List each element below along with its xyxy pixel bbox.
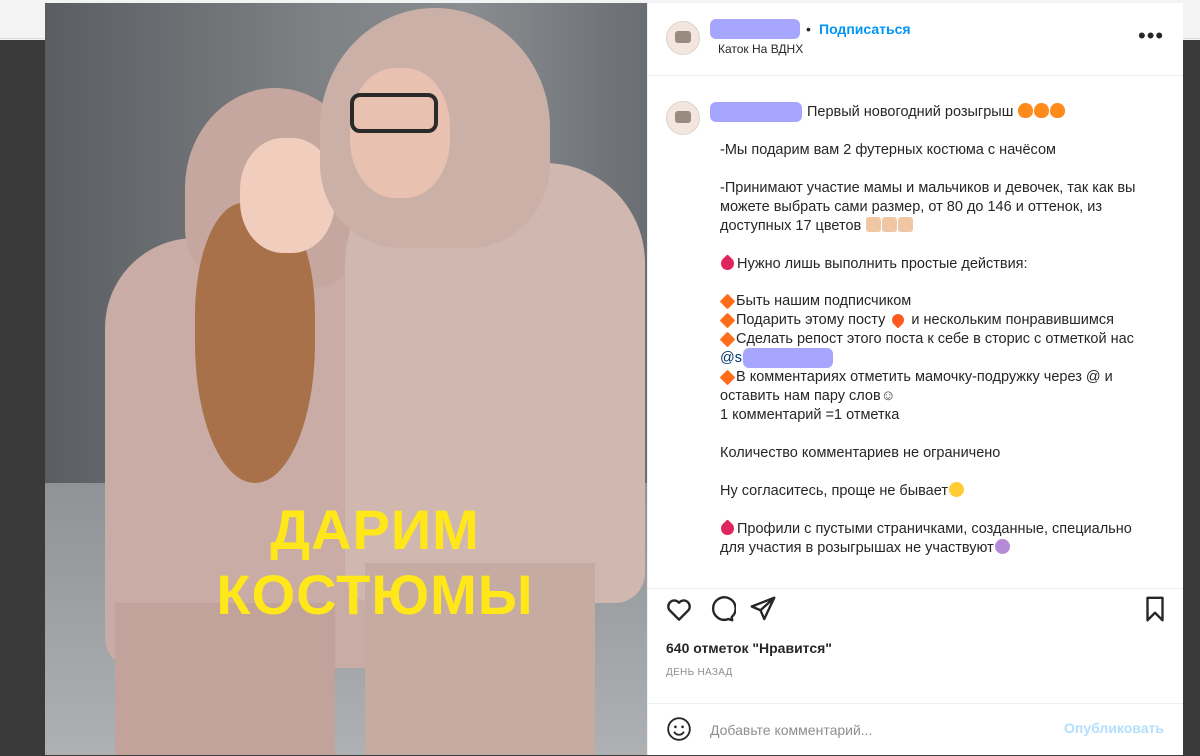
paper-plane-icon[interactable]	[748, 594, 778, 624]
boy-glasses	[350, 93, 438, 133]
orange-diamond-icon	[719, 312, 736, 329]
caption-line: -Мы подарим вам 2 футерных костюма с нач…	[720, 142, 1056, 158]
orange-heart-icon	[889, 311, 907, 329]
caption-text: В комментариях отметить мамочку-подружку…	[736, 369, 1113, 385]
emoji-icon[interactable]	[666, 716, 692, 742]
caption-line: 1 комментарий =1 отметка	[720, 407, 900, 423]
caption-text: и нескольким понравившимся	[911, 312, 1114, 328]
caption-line: Быть нашим подписчиком	[719, 292, 912, 311]
caption-line: Профили с пустыми страничками, созданные…	[718, 519, 1132, 539]
caption-text: для участия в розыгрышах не участвуют	[720, 540, 994, 556]
caption-text: Сделать репост этого поста к себе в стор…	[736, 331, 1134, 347]
caption-line: доступных 17 цветов	[720, 217, 914, 236]
caption-text: Нужно лишь выполнить простые действия:	[737, 256, 1028, 272]
winking-face-icon	[948, 482, 964, 497]
bookmark-icon[interactable]	[1140, 594, 1170, 624]
more-options-icon[interactable]: •••	[1138, 23, 1164, 49]
orange-diamond-icon	[719, 331, 736, 348]
caption-line: Сделать репост этого поста к себе в стор…	[719, 330, 1134, 349]
fire-icon	[1018, 103, 1034, 118]
caption-line: -Принимают участие мамы и мальчиков и де…	[720, 180, 1136, 196]
post-side-panel: • Подписаться Каток На ВДНХ ••• Первый н…	[647, 3, 1183, 755]
caption-line: для участия в розыгрышах не участвуют	[720, 539, 1010, 558]
post-header: • Подписаться Каток На ВДНХ •••	[648, 3, 1183, 76]
caption-author-avatar[interactable]	[666, 101, 700, 135]
comment-input[interactable]	[708, 718, 1042, 742]
author-avatar[interactable]	[666, 21, 700, 55]
boy-face	[350, 68, 450, 198]
location-link[interactable]: Каток На ВДНХ	[718, 42, 803, 56]
heart-icon[interactable]	[664, 594, 694, 624]
person-gesturing-icon	[994, 539, 1010, 554]
thumbs-up-icon	[898, 217, 914, 232]
publish-button[interactable]: Опубликовать	[1064, 720, 1164, 736]
caption-text: Ну согласитесь, проще не бывает	[720, 483, 948, 499]
likes-count[interactable]: 640 отметок "Нравится"	[666, 640, 832, 656]
thumbs-up-icon	[866, 217, 882, 232]
fire-icon	[1034, 103, 1050, 118]
pushpin-icon	[718, 519, 737, 538]
caption-line: Нужно лишь выполнить простые действия:	[718, 254, 1028, 274]
caption-line: можете выбрать сами размер, от 80 до 146…	[720, 199, 1102, 215]
caption-text: доступных 17 цветов	[720, 218, 862, 234]
redacted-username[interactable]	[710, 19, 800, 39]
caption-line: оставить нам пару слов☺	[720, 388, 896, 404]
post-timestamp: ДЕНЬ НАЗАД	[666, 667, 733, 678]
caption-line: Ну согласитесь, проще не бывает	[720, 482, 964, 501]
pushpin-icon	[718, 254, 737, 273]
caption-line: Подарить этому посту и нескольким понрав…	[719, 311, 1114, 330]
caption-title: Первый новогодний розыгрыш	[807, 104, 1014, 120]
redacted-mention	[743, 348, 833, 368]
caption-text: Профили с пустыми страничками, созданные…	[737, 521, 1132, 537]
post-actions-bar	[648, 588, 1183, 629]
caption-title-line: Первый новогодний розыгрыш	[807, 103, 1066, 122]
caption-line: В комментариях отметить мамочку-подружку…	[719, 368, 1113, 387]
follow-button[interactable]: Подписаться	[819, 21, 911, 37]
orange-diamond-icon	[719, 369, 736, 386]
post-caption: Первый новогодний розыгрыш -Мы подарим в…	[648, 75, 1183, 588]
photo-overlay-text: ДАРИМ КОСТЮМЫ	[216, 498, 534, 626]
thumbs-up-icon	[882, 217, 898, 232]
comment-bar: Опубликовать	[648, 703, 1183, 756]
caption-text: Подарить этому посту	[736, 312, 886, 328]
fire-icon	[1050, 103, 1066, 118]
separator-dot: •	[806, 21, 811, 37]
caption-text: Быть нашим подписчиком	[736, 293, 912, 309]
post-photo[interactable]: ДАРИМ КОСТЮМЫ	[45, 3, 647, 755]
post-modal: ДАРИМ КОСТЮМЫ • Подписаться Каток На ВДН…	[45, 3, 1183, 755]
orange-diamond-icon	[719, 293, 736, 310]
comment-icon[interactable]	[706, 594, 736, 624]
redacted-username[interactable]	[710, 102, 802, 122]
caption-line: Количество комментариев не ограничено	[720, 445, 1001, 461]
